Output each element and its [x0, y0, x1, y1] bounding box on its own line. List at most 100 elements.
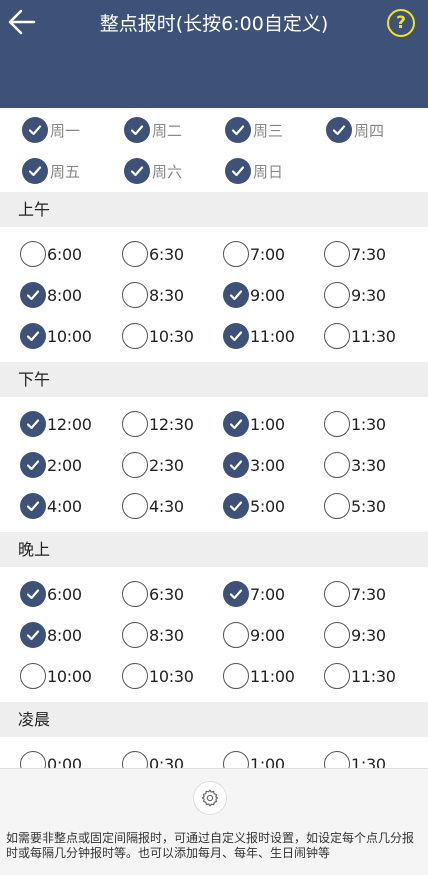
- time-label: 9:00: [250, 625, 285, 645]
- checkbox-checked[interactable]: [223, 411, 249, 437]
- section-header: 下午: [0, 362, 428, 397]
- checkbox-checked[interactable]: [223, 452, 249, 478]
- time-slot-option[interactable]: 12:30: [122, 410, 194, 438]
- check-icon: [229, 501, 243, 512]
- time-slot-option[interactable]: 11:30: [324, 322, 396, 350]
- time-slot-option[interactable]: 6:00: [20, 580, 82, 608]
- time-slot-option[interactable]: 10:00: [20, 322, 92, 350]
- settings-button[interactable]: [193, 781, 227, 815]
- checkbox-checked[interactable]: [22, 158, 48, 184]
- checkbox-unchecked[interactable]: [122, 452, 148, 478]
- time-slot-option[interactable]: 9:30: [324, 281, 386, 309]
- checkbox-checked[interactable]: [20, 493, 46, 519]
- help-icon[interactable]: ?: [387, 9, 415, 37]
- checkbox-unchecked[interactable]: [324, 581, 350, 607]
- checkbox-unchecked[interactable]: [122, 663, 148, 689]
- time-slot-option[interactable]: 6:30: [122, 240, 184, 268]
- time-slot-option[interactable]: 8:30: [122, 281, 184, 309]
- time-slot-option[interactable]: 9:00: [223, 281, 285, 309]
- checkbox-unchecked[interactable]: [20, 663, 46, 689]
- checkbox-checked[interactable]: [20, 452, 46, 478]
- time-slot-option[interactable]: 3:00: [223, 451, 285, 479]
- checkbox-checked[interactable]: [22, 117, 48, 143]
- time-slot-option[interactable]: 12:00: [20, 410, 92, 438]
- time-slot-option[interactable]: 8:00: [20, 281, 82, 309]
- checkbox-unchecked[interactable]: [324, 663, 350, 689]
- weekday-option[interactable]: 周五: [22, 157, 80, 185]
- weekday-option[interactable]: 周日: [225, 157, 283, 185]
- checkbox-unchecked[interactable]: [324, 493, 350, 519]
- checkbox-checked[interactable]: [225, 117, 251, 143]
- checkbox-checked[interactable]: [124, 158, 150, 184]
- time-slot-option[interactable]: 8:00: [20, 621, 82, 649]
- time-slot-option[interactable]: 10:30: [122, 322, 194, 350]
- time-slot-option[interactable]: 7:30: [324, 240, 386, 268]
- time-slot-option[interactable]: 4:30: [122, 492, 184, 520]
- weekday-option[interactable]: 周二: [124, 116, 182, 144]
- time-label: 6:00: [47, 244, 82, 264]
- time-slot-option[interactable]: 5:00: [223, 492, 285, 520]
- check-icon: [26, 589, 40, 600]
- time-slot-option[interactable]: 8:30: [122, 621, 184, 649]
- footer-panel: 如需要非整点或固定间隔报时，可通过自定义报时设置，如设定每个点几分报时或每隔几分…: [0, 768, 428, 875]
- checkbox-checked[interactable]: [225, 158, 251, 184]
- time-slot-option[interactable]: 2:00: [20, 451, 82, 479]
- checkbox-unchecked[interactable]: [223, 622, 249, 648]
- checkbox-checked[interactable]: [20, 282, 46, 308]
- time-slot-option[interactable]: 3:30: [324, 451, 386, 479]
- weekday-option[interactable]: 周四: [326, 116, 384, 144]
- checkbox-unchecked[interactable]: [324, 241, 350, 267]
- checkbox-checked[interactable]: [223, 282, 249, 308]
- checkbox-checked[interactable]: [124, 117, 150, 143]
- checkbox-unchecked[interactable]: [324, 622, 350, 648]
- checkbox-checked[interactable]: [223, 323, 249, 349]
- checkbox-unchecked[interactable]: [122, 323, 148, 349]
- time-slot-option[interactable]: 11:00: [223, 322, 295, 350]
- time-slot-option[interactable]: 11:30: [324, 662, 396, 690]
- time-label: 11:30: [351, 666, 396, 686]
- time-slot-option[interactable]: 1:30: [324, 410, 386, 438]
- time-label: 7:00: [250, 244, 285, 264]
- time-label: 10:30: [149, 326, 194, 346]
- checkbox-unchecked[interactable]: [122, 581, 148, 607]
- checkbox-checked[interactable]: [326, 117, 352, 143]
- checkbox-unchecked[interactable]: [122, 411, 148, 437]
- time-slot-option[interactable]: 7:00: [223, 580, 285, 608]
- checkbox-unchecked[interactable]: [223, 241, 249, 267]
- time-slot-option[interactable]: 10:00: [20, 662, 92, 690]
- check-icon: [229, 419, 243, 430]
- checkbox-unchecked[interactable]: [122, 282, 148, 308]
- time-slot-option[interactable]: 7:30: [324, 580, 386, 608]
- time-slot-option[interactable]: 9:00: [223, 621, 285, 649]
- time-slot-option[interactable]: 5:30: [324, 492, 386, 520]
- checkbox-checked[interactable]: [20, 323, 46, 349]
- time-slot-option[interactable]: 10:30: [122, 662, 194, 690]
- time-slot-option[interactable]: 6:30: [122, 580, 184, 608]
- time-label: 2:00: [47, 455, 82, 475]
- checkbox-unchecked[interactable]: [20, 241, 46, 267]
- checkbox-checked[interactable]: [223, 581, 249, 607]
- time-slot-option[interactable]: 2:30: [122, 451, 184, 479]
- checkbox-unchecked[interactable]: [122, 493, 148, 519]
- weekday-option[interactable]: 周三: [225, 116, 283, 144]
- check-icon: [26, 419, 40, 430]
- checkbox-unchecked[interactable]: [324, 452, 350, 478]
- time-slot-option[interactable]: 9:30: [324, 621, 386, 649]
- checkbox-unchecked[interactable]: [324, 411, 350, 437]
- checkbox-unchecked[interactable]: [324, 323, 350, 349]
- checkbox-checked[interactable]: [223, 493, 249, 519]
- checkbox-unchecked[interactable]: [122, 241, 148, 267]
- time-slot-option[interactable]: 1:00: [223, 410, 285, 438]
- time-slot-option[interactable]: 7:00: [223, 240, 285, 268]
- weekday-option[interactable]: 周一: [22, 116, 80, 144]
- time-slot-option[interactable]: 6:00: [20, 240, 82, 268]
- checkbox-unchecked[interactable]: [122, 622, 148, 648]
- time-slot-option[interactable]: 11:00: [223, 662, 295, 690]
- time-slot-option[interactable]: 4:00: [20, 492, 82, 520]
- checkbox-checked[interactable]: [20, 622, 46, 648]
- checkbox-unchecked[interactable]: [324, 282, 350, 308]
- checkbox-checked[interactable]: [20, 411, 46, 437]
- weekday-option[interactable]: 周六: [124, 157, 182, 185]
- checkbox-checked[interactable]: [20, 581, 46, 607]
- checkbox-unchecked[interactable]: [223, 663, 249, 689]
